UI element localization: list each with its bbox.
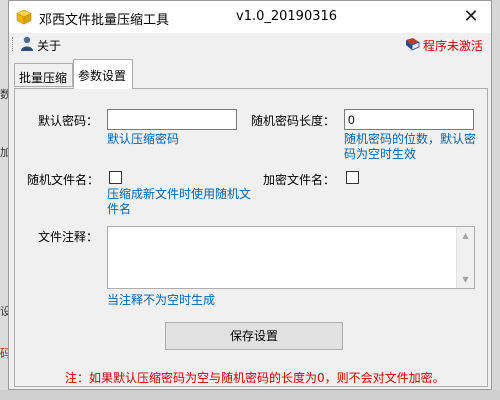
activation-status-link[interactable]: 程序未激活	[423, 37, 483, 54]
window-title: 邓西文件批量压缩工具	[39, 13, 170, 28]
book-icon[interactable]	[405, 37, 420, 51]
tab-settings[interactable]: 参数设置	[73, 59, 133, 89]
file-comment-textarea[interactable]: ▲ ▼	[107, 226, 475, 289]
scroll-down-arrow-icon[interactable]: ▼	[457, 271, 474, 288]
file-comment-hint: 当注释不为空时生成	[107, 293, 216, 307]
random-filename-label: 随机文件名：	[27, 173, 100, 187]
menu-bar: 关于 程序未激活	[9, 33, 491, 55]
toolbar-grip	[12, 37, 15, 51]
file-comment-label: 文件注释：	[38, 230, 99, 244]
title-bar[interactable]: 邓西文件批量压缩工具 v1.0_20190316 ✕	[9, 1, 491, 33]
tab-strip: 批量压缩 参数设置	[14, 59, 484, 89]
default-password-hint: 默认压缩密码	[107, 132, 180, 146]
random-password-length-input[interactable]	[344, 109, 474, 130]
encrypt-filename-checkbox[interactable]	[346, 171, 359, 184]
default-password-input[interactable]	[107, 109, 237, 130]
settings-panel: 默认密码： 默认压缩密码 随机密码长度： 随机密码的位数，默认密码为空时生效 随…	[14, 88, 488, 387]
background-window-bottom	[0, 390, 500, 400]
encryption-note: 注：如果默认压缩密码为空与随机密码的长度为0，则不会对文件加密。	[65, 371, 445, 385]
user-icon[interactable]	[20, 36, 34, 51]
app-window: 邓西文件批量压缩工具 v1.0_20190316 ✕ 关于 程序未激活 批量压缩…	[8, 0, 492, 390]
random-password-length-label: 随机密码长度：	[251, 114, 336, 128]
version-label: v1.0_20190316	[236, 9, 338, 24]
save-settings-button[interactable]: 保存设置	[165, 322, 343, 350]
about-menu-item[interactable]: 关于	[37, 37, 61, 54]
random-filename-checkbox[interactable]	[109, 171, 122, 184]
close-icon[interactable]: ✕	[451, 1, 491, 33]
encrypt-filename-label: 加密文件名：	[263, 173, 336, 187]
app-package-icon	[16, 9, 32, 25]
comment-scrollbar[interactable]: ▲ ▼	[456, 227, 474, 288]
random-password-length-hint: 随机密码的位数，默认密码为空时生效	[344, 132, 477, 161]
random-filename-hint: 压缩成新文件时使用随机文件名	[107, 187, 252, 216]
default-password-label: 默认密码：	[38, 114, 99, 128]
tab-batch-compress[interactable]: 批量压缩	[14, 63, 73, 87]
scroll-up-arrow-icon[interactable]: ▲	[457, 227, 474, 244]
